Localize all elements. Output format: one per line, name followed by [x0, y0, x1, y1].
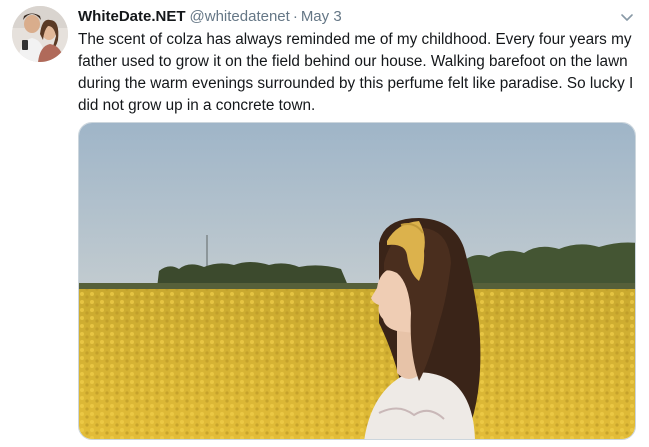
tweet-date[interactable]: May 3 — [301, 8, 342, 25]
tweet-text: The scent of colza has always reminded m… — [78, 31, 634, 114]
tweet[interactable]: WhiteDate.NET @whitedatenet · May 3 The sce… — [0, 0, 649, 447]
chevron-down-icon — [621, 14, 633, 21]
more-options-button[interactable] — [619, 9, 635, 25]
avatar[interactable] — [12, 6, 68, 62]
tweet-media[interactable] — [78, 122, 636, 440]
display-name[interactable]: WhiteDate.NET — [78, 8, 186, 25]
tweet-header: WhiteDate.NET @whitedatenet · May 3 — [78, 7, 342, 27]
user-handle[interactable]: @whitedatenet — [190, 8, 290, 25]
separator-dot: · — [292, 8, 298, 25]
profile-photo-icon — [12, 6, 68, 62]
photo-woman-in-rapeseed-field-icon — [79, 123, 635, 439]
